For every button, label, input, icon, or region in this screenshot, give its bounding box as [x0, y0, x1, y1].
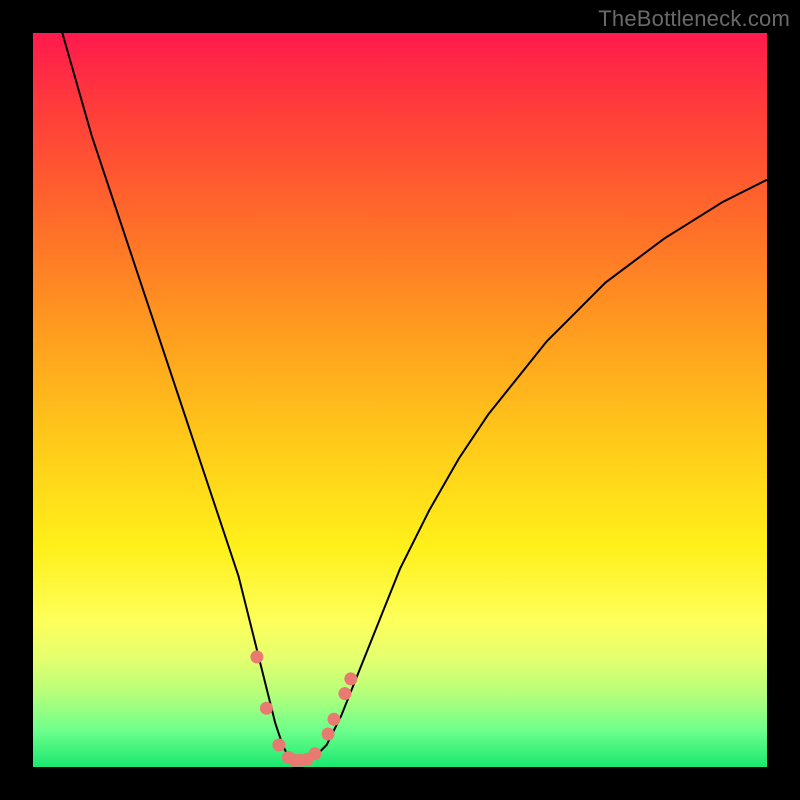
watermark-text: TheBottleneck.com [598, 6, 790, 32]
marker-dot [272, 738, 285, 751]
marker-dot [327, 713, 340, 726]
marker-group [250, 650, 357, 766]
chart-plot-area [33, 33, 767, 767]
marker-dot [322, 727, 335, 740]
marker-dot [338, 687, 351, 700]
marker-dot [344, 672, 357, 685]
marker-dot [308, 747, 321, 760]
marker-dot [260, 702, 273, 715]
bottleneck-curve-path [62, 33, 767, 763]
marker-dot [250, 650, 263, 663]
bottleneck-curve-svg [33, 33, 767, 767]
chart-frame: TheBottleneck.com [0, 0, 800, 800]
